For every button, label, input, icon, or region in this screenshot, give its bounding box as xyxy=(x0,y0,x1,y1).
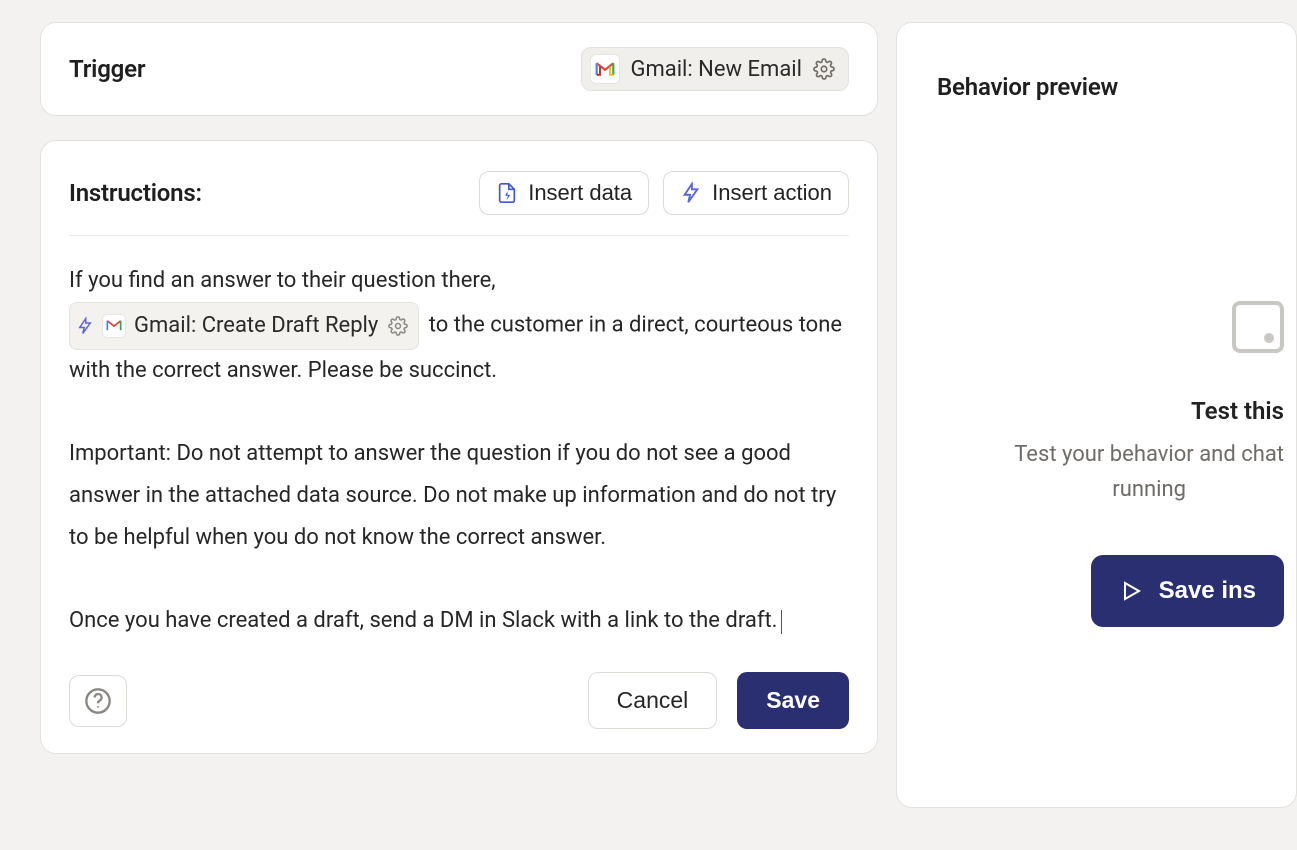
bolt-icon xyxy=(680,182,702,204)
insert-action-button[interactable]: Insert action xyxy=(663,171,849,215)
preview-heading: Test this xyxy=(1191,397,1284,425)
text-caret xyxy=(781,610,782,634)
gmail-icon xyxy=(102,314,126,338)
divider xyxy=(69,235,849,236)
save-instructions-cta[interactable]: Save ins xyxy=(1091,555,1284,627)
preview-subtext: Test your behavior and chat running xyxy=(1014,437,1284,507)
gear-icon[interactable] xyxy=(812,57,836,81)
behavior-preview-panel: Behavior preview Test this Test your beh… xyxy=(896,22,1297,808)
image-placeholder-icon xyxy=(1232,301,1284,353)
trigger-value-text: Gmail: New Email xyxy=(630,57,802,82)
help-button[interactable] xyxy=(69,675,127,727)
bolt-icon xyxy=(76,317,94,335)
instruction-text: Once you have created a draft, send a DM… xyxy=(69,608,777,633)
trigger-card: Trigger Gmail: New Email xyxy=(40,22,878,116)
insert-action-label: Insert action xyxy=(712,180,832,206)
gmail-draft-action-chip[interactable]: Gmail: Create Draft Reply xyxy=(69,302,419,350)
trigger-label: Trigger xyxy=(69,55,145,83)
action-chip-text: Gmail: Create Draft Reply xyxy=(134,305,378,347)
save-button[interactable]: Save xyxy=(737,672,849,729)
cta-label: Save ins xyxy=(1159,577,1256,605)
behavior-preview-title: Behavior preview xyxy=(937,73,1118,101)
instruction-text: If you find an answer to their question … xyxy=(69,268,496,293)
instruction-text: Important: Do not attempt to answer the … xyxy=(69,441,836,550)
trigger-value-chip[interactable]: Gmail: New Email xyxy=(581,47,849,91)
instructions-editor[interactable]: If you find an answer to their question … xyxy=(69,260,849,642)
insert-data-label: Insert data xyxy=(528,180,632,206)
help-circle-icon xyxy=(84,687,112,715)
instructions-label: Instructions: xyxy=(69,179,202,207)
gear-icon[interactable] xyxy=(386,314,410,338)
cancel-button[interactable]: Cancel xyxy=(588,672,718,729)
file-bolt-icon xyxy=(496,182,518,204)
gmail-icon xyxy=(590,54,620,84)
play-icon xyxy=(1119,579,1143,603)
insert-data-button[interactable]: Insert data xyxy=(479,171,649,215)
instructions-card: Instructions: Insert data Insert action xyxy=(40,140,878,754)
